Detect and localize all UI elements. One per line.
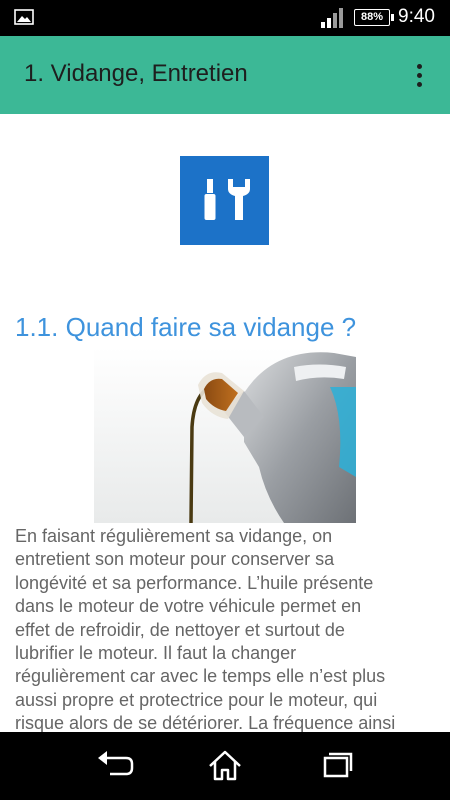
article-paragraph: En faisant régulièrement sa vidange, on … xyxy=(15,526,396,732)
overflow-menu-icon[interactable] xyxy=(404,61,434,91)
tools-tile xyxy=(180,156,269,245)
screwdriver-wrench-icon xyxy=(204,179,250,220)
article-content[interactable]: 1.1. Quand faire sa vidange ? En faisant… xyxy=(0,114,450,732)
home-icon[interactable] xyxy=(200,746,250,786)
gallery-notification-icon xyxy=(14,9,34,25)
navigation-bar xyxy=(0,732,450,800)
recent-apps-icon[interactable] xyxy=(312,746,362,786)
clock: 9:40 xyxy=(398,6,435,27)
status-bar: 88% 9:40 xyxy=(0,0,450,36)
page-title: 1. Vidange, Entretien xyxy=(24,60,248,87)
app-bar: 1. Vidange, Entretien xyxy=(0,36,450,114)
battery-icon: 88% xyxy=(354,9,394,26)
cell-signal-icon xyxy=(321,8,343,28)
battery-percent: 88% xyxy=(360,11,384,23)
oil-pouring-image xyxy=(94,347,356,523)
back-icon[interactable] xyxy=(90,746,140,786)
section-heading: 1.1. Quand faire sa vidange ? xyxy=(15,312,357,342)
